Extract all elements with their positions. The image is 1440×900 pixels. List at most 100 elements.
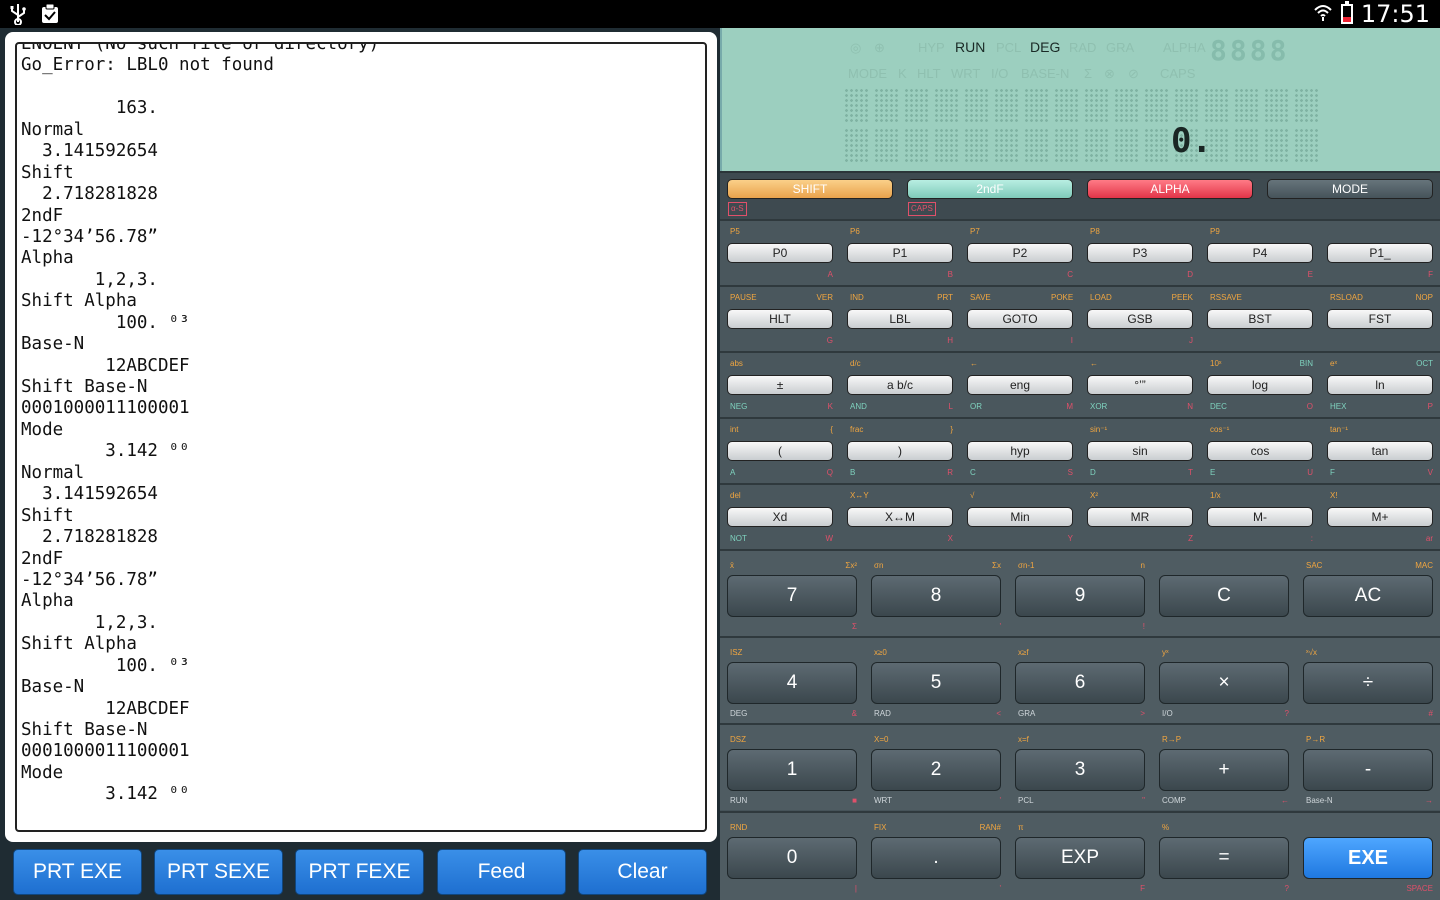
key-exp[interactable]: EXP [1015, 837, 1145, 879]
clipboard-icon [40, 3, 60, 29]
prt-sexe-button[interactable]: PRT SEXE [154, 849, 283, 895]
alt-label: D [1090, 468, 1096, 477]
key-p0[interactable]: P0 [727, 243, 833, 263]
ann-wrt: WRT [951, 66, 981, 81]
alpha-key[interactable]: ALPHA [1087, 179, 1253, 199]
key-lbl[interactable]: LBL [847, 309, 953, 329]
dot-matrix-cell [904, 88, 930, 122]
key-p1[interactable]: P1_ [1327, 243, 1433, 263]
shift-label: ← [1090, 359, 1098, 368]
printer-line: 12ABCDEF [21, 698, 190, 719]
key-8[interactable]: 8 [871, 575, 1001, 617]
key-7[interactable]: 7 [727, 575, 857, 617]
key-eng[interactable]: eng [967, 375, 1073, 395]
key-[interactable]: °’” [1087, 375, 1193, 395]
key-[interactable]: ) [847, 441, 953, 461]
clear-button[interactable]: Clear [578, 849, 707, 895]
alpha-label: H [947, 336, 953, 345]
key-p4[interactable]: P4 [1207, 243, 1313, 263]
key-p3[interactable]: P3 [1087, 243, 1193, 263]
2ndf-label: } [950, 425, 953, 434]
key-goto[interactable]: GOTO [967, 309, 1073, 329]
clock: 17:51 [1360, 0, 1430, 28]
key-p1[interactable]: P1 [847, 243, 953, 263]
key-9[interactable]: 9 [1015, 575, 1145, 617]
key-abc[interactable]: a b/c [847, 375, 953, 395]
key-bst[interactable]: BST [1207, 309, 1313, 329]
key-ln[interactable]: ln [1327, 375, 1433, 395]
ann-sigma2: ⊗ [1104, 66, 1115, 81]
key-6[interactable]: 6 [1015, 662, 1145, 704]
printer-line: -12°34’56.78” [21, 226, 158, 247]
shift-label: RSSAVE [1210, 293, 1242, 302]
key-gsb[interactable]: GSB [1087, 309, 1193, 329]
printer-paper[interactable]: ENOENT (No such file or directory) Go_Err… [15, 42, 707, 832]
key-c[interactable]: C [1159, 575, 1289, 617]
printer-line: Shift Alpha [21, 634, 137, 655]
key-exe[interactable]: EXE [1303, 837, 1433, 879]
key-m[interactable]: M- [1207, 507, 1313, 527]
key-3[interactable]: 3 [1015, 749, 1145, 791]
key-decimal-point[interactable]: . [871, 837, 1001, 879]
shift-label: √ [970, 491, 975, 500]
shift-label: R→P [1162, 735, 1182, 744]
key-equals[interactable]: = [1159, 837, 1289, 879]
key-ac[interactable]: AC [1303, 575, 1433, 617]
lcd-display: ◎ ⊕ HYP RUN PCL DEG RAD GRA ALPHA 8888 M… [720, 28, 1440, 171]
key-hlt[interactable]: HLT [727, 309, 833, 329]
ann-circle2: ⊕ [874, 40, 885, 55]
printer-line: 2.718281828 [21, 184, 158, 205]
key-xd[interactable]: Xd [727, 507, 833, 527]
key-[interactable]: ± [727, 375, 833, 395]
dot-matrix-cell [934, 88, 960, 122]
2ndf-key[interactable]: 2ndF [907, 179, 1073, 199]
alpha-label: J [1189, 336, 1193, 345]
key-hyp[interactable]: hyp [967, 441, 1073, 461]
key-mr[interactable]: MR [1087, 507, 1193, 527]
feed-button[interactable]: Feed [437, 849, 566, 895]
prt-exe-button[interactable]: PRT EXE [13, 849, 142, 895]
alpha-label: O [1306, 402, 1313, 411]
key-multiply[interactable]: × [1159, 662, 1289, 704]
key-sin[interactable]: sin [1087, 441, 1193, 461]
printer-line: 2.718281828 [21, 527, 158, 548]
alpha-label: G [826, 336, 833, 345]
key-1[interactable]: 1 [727, 749, 857, 791]
printer-line: 2ndF [21, 548, 64, 569]
key-min[interactable]: Min [967, 507, 1073, 527]
dot-matrix-cell [1054, 88, 1080, 122]
mode-label: GRA [1018, 709, 1036, 718]
alpha-label: V [1427, 468, 1433, 477]
ann-pcl: PCL [996, 40, 1022, 55]
shift-key[interactable]: SHIFT [727, 179, 893, 199]
prt-fexe-button[interactable]: PRT FEXE [295, 849, 424, 895]
key-5[interactable]: 5 [871, 662, 1001, 704]
key-[interactable]: ( [727, 441, 833, 461]
dot-matrix-cell [904, 128, 930, 162]
shift-label: x≥f [1018, 648, 1029, 657]
key-m[interactable]: M+ [1327, 507, 1433, 527]
key-plus[interactable]: + [1159, 749, 1289, 791]
printer-line: Base-N [21, 334, 85, 355]
key-0[interactable]: 0 [727, 837, 857, 879]
shift-label: X! [1330, 491, 1338, 500]
key-p2[interactable]: P2 [967, 243, 1073, 263]
key-minus[interactable]: - [1303, 749, 1433, 791]
number-row-3: DSZ 1 RUN ■ X=0 2 WRT ' x=f 3 PCL " R→P + COMP ← P→R - Bas… [720, 723, 1440, 810]
key-2[interactable]: 2 [871, 749, 1001, 791]
key-xm[interactable]: X↔M [847, 507, 953, 527]
key-cos[interactable]: cos [1207, 441, 1313, 461]
key-fst[interactable]: FST [1327, 309, 1433, 329]
alpha-label: A [827, 270, 833, 279]
shift-label: σn [874, 561, 884, 570]
alpha-label: K [827, 402, 833, 411]
mode-key[interactable]: MODE [1267, 179, 1433, 199]
key-log[interactable]: log [1207, 375, 1313, 395]
alpha-label: SPACE [1406, 884, 1433, 893]
key-4[interactable]: 4 [727, 662, 857, 704]
printer-line: Mode [21, 419, 64, 440]
shift-label: SAVE [970, 293, 991, 302]
dot-matrix-cell [844, 128, 870, 162]
key-tan[interactable]: tan [1327, 441, 1433, 461]
key-divide[interactable]: ÷ [1303, 662, 1433, 704]
